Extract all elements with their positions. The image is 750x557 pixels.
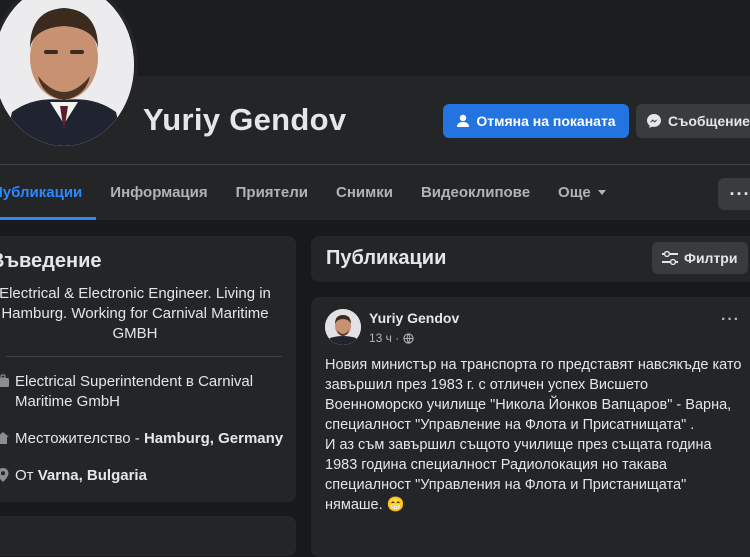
info-lives: Местожителство - Hamburg, Germany: [15, 429, 283, 449]
info-lives-prefix: Местожителство -: [15, 430, 144, 447]
tab-videos-label: Видеоклипове: [421, 184, 530, 201]
filter-sliders-icon: [662, 251, 678, 265]
tab-friends[interactable]: Приятели: [222, 165, 322, 220]
home-icon: [0, 431, 9, 445]
profile-more-options-button[interactable]: ···: [718, 178, 750, 210]
profile-tabs: Публикации Информация Приятели Снимки Ви…: [0, 165, 621, 220]
info-from-prefix: От: [15, 467, 38, 484]
posts-title: Публикации: [326, 247, 446, 270]
post-options-icon: ···: [721, 311, 740, 328]
cancel-invite-button[interactable]: Отмяна на поканата: [443, 104, 629, 138]
tab-more-label: Още: [558, 184, 591, 201]
info-work: Electrical Superintendent в Carnival Mar…: [15, 372, 285, 412]
info-work-text: Electrical Superintendent в Carnival Mar…: [15, 373, 253, 410]
cancel-invite-label: Отмяна на поканата: [476, 113, 615, 129]
post-options-button[interactable]: ···: [721, 311, 740, 329]
intro-card: Въведение Electrical & Electronic Engine…: [0, 236, 296, 502]
post-time-text: 13 ч ·: [369, 331, 399, 345]
tab-posts[interactable]: Публикации: [0, 165, 96, 220]
message-button[interactable]: Съобщение: [636, 104, 750, 138]
more-dots-icon: ···: [730, 184, 750, 205]
post-card: Yuriy Gendov 13 ч · ··· Новия министър н…: [311, 297, 750, 557]
photos-card: [0, 516, 296, 556]
filters-button[interactable]: Филтри: [652, 242, 748, 274]
info-from-value[interactable]: Varna, Bulgaria: [38, 467, 147, 484]
caret-down-icon: [597, 189, 607, 197]
filters-label: Филтри: [684, 250, 737, 266]
posts-header-card: Публикации Филтри: [311, 236, 750, 282]
location-pin-icon: [0, 468, 9, 482]
tab-more[interactable]: Още: [544, 165, 621, 220]
info-lives-value[interactable]: Hamburg, Germany: [144, 430, 283, 447]
user-icon: [456, 114, 470, 128]
tab-photos[interactable]: Снимки: [322, 165, 407, 220]
intro-divider: [6, 356, 282, 357]
post-timestamp[interactable]: 13 ч ·: [369, 331, 414, 345]
globe-icon: [403, 333, 414, 344]
tab-about-label: Информация: [110, 184, 207, 201]
intro-bio: Electrical & Electronic Engineer. Living…: [0, 284, 280, 344]
post-author-name[interactable]: Yuriy Gendov: [369, 310, 459, 326]
tab-videos[interactable]: Видеоклипове: [407, 165, 544, 220]
tab-posts-label: Публикации: [0, 184, 82, 201]
profile-photo: [0, 0, 134, 146]
info-from: От Varna, Bulgaria: [15, 466, 147, 486]
intro-title: Въведение: [0, 250, 102, 273]
tab-friends-label: Приятели: [236, 184, 308, 201]
briefcase-icon: [0, 374, 9, 388]
post-text: Новия министър на транспорта го представ…: [325, 355, 745, 515]
tab-about[interactable]: Информация: [96, 165, 221, 220]
post-author-avatar[interactable]: [325, 309, 361, 345]
profile-name: Yuriy Gendov: [143, 102, 346, 138]
post-author-photo: [325, 309, 361, 345]
message-label: Съобщение: [668, 113, 750, 129]
messenger-icon: [646, 113, 662, 129]
tab-photos-label: Снимки: [336, 184, 393, 201]
